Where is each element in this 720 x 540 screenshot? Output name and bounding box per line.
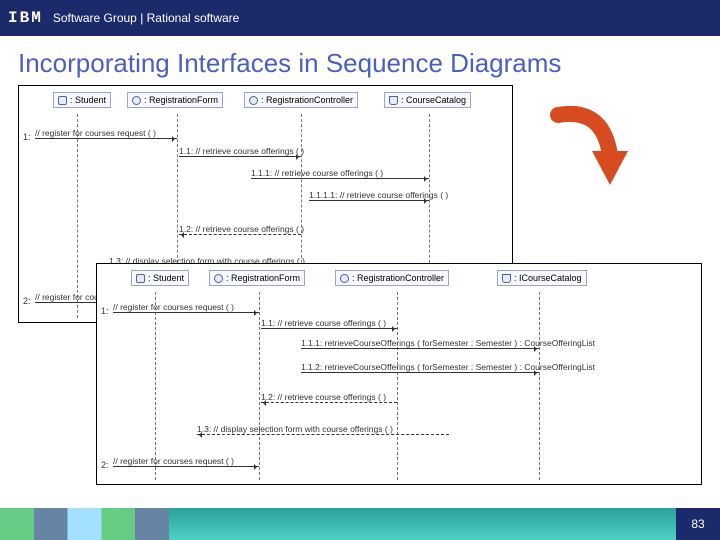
row-label: 1: [101, 306, 109, 316]
message: 1.1: // retrieve course offerings ( ) [179, 146, 301, 156]
message: 1.1.1.1: // retrieve course offerings ( … [309, 190, 429, 200]
row-label: 1: [23, 132, 31, 142]
message: // register for courses request ( ) [113, 302, 259, 312]
message: 1.1: // retrieve course offerings ( ) [261, 318, 397, 328]
participant-label: : Student [148, 273, 184, 283]
slide-canvas: : Student : RegistrationForm : Registrat… [18, 85, 702, 485]
row-label: 2: [23, 296, 31, 306]
transform-arrow-icon [548, 97, 628, 187]
row-label: 2: [101, 460, 109, 470]
return-message: 1.3: // display selection form with cour… [197, 424, 449, 434]
message: 1.1.2: retrieveCourseOfferings ( forSeme… [301, 362, 697, 372]
message: // register for courses request ( ) [35, 128, 177, 138]
message: // register for courses request ( ) [113, 456, 259, 466]
participant-label: : ICourseCatalog [514, 273, 582, 283]
participant-label: : RegistrationController [352, 273, 444, 283]
participant-label: : CourseCatalog [401, 95, 466, 105]
slide-footer: 83 [0, 508, 720, 540]
slide-title: Incorporating Interfaces in Sequence Dia… [0, 36, 720, 85]
page-number: 83 [676, 508, 720, 540]
message: 1.1.1: retrieveCourseOfferings ( forSeme… [301, 338, 697, 348]
participant-label: : RegistrationForm [144, 95, 218, 105]
participant-label: : RegistrationController [261, 95, 353, 105]
sequence-diagram-after: : Student : RegistrationForm : Registrat… [96, 263, 702, 485]
participant-label: : Student [70, 95, 106, 105]
ibm-logo: IBM [8, 9, 43, 27]
return-message: 1.2: // retrieve course offerings ( ) [179, 224, 301, 234]
message: 1.1.1: // retrieve course offerings ( ) [251, 168, 429, 178]
return-message: 1.2: // retrieve course offerings ( ) [261, 392, 397, 402]
footer-band [169, 508, 676, 540]
topbar-subtitle: Software Group | Rational software [53, 11, 240, 25]
participant-label: : RegistrationForm [226, 273, 300, 283]
footer-thumbnails [0, 508, 169, 540]
top-bar: IBM Software Group | Rational software [0, 0, 720, 36]
